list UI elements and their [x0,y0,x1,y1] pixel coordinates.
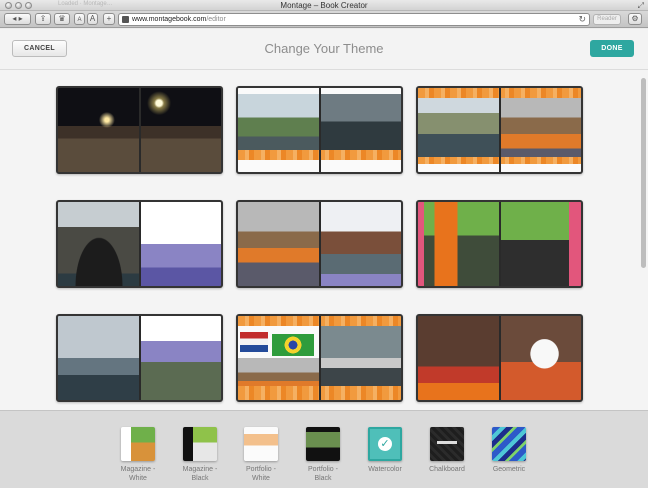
url-text: www.montagebook.com/editor [132,15,226,25]
content-scrollbar[interactable] [641,78,646,268]
gear-icon: ⚙ [631,14,639,23]
spread-gutter [498,316,501,400]
site-favicon-icon [122,16,129,23]
theme-label: Chalkboard [429,466,465,473]
new-tab-button[interactable]: + [103,13,115,25]
orange-costume-photo [418,202,500,286]
bookmarks-icon: ♛ [58,14,66,23]
street-crowd-photo [499,202,581,286]
dutch-flag-photo [240,332,268,352]
magazine-white-swatch[interactable] [121,427,155,461]
spread-gutter [318,316,321,400]
pink-edge [418,202,424,286]
theme-chalkboard[interactable]: Chalkboard [421,427,473,474]
spread-gutter [498,88,501,172]
spread-gutter [138,316,141,400]
spread-preview [416,200,583,288]
share-button[interactable]: ⇪ [35,13,51,25]
theme-label: Magazine - Black [182,466,218,482]
theme-magazine-black[interactable]: Magazine - Black [174,427,226,483]
portfolio-white-swatch[interactable] [244,427,278,461]
spread-preview [236,200,403,288]
spread-preview [56,200,223,288]
url-path: /editor [206,16,226,23]
theme-label: Portfolio - Black [308,466,338,482]
reload-icon[interactable]: ↻ [578,14,586,25]
fullscreen-icon[interactable]: ⤢ [638,1,644,10]
spread-preview [236,86,403,174]
houses-watercolor-page [139,316,221,400]
building-crowd-photo [418,316,500,400]
boat-party-photo [238,202,320,286]
spread-gutter [498,202,501,286]
settings-button[interactable]: ⚙ [628,13,642,25]
theme-preview-area [0,70,648,410]
theme-portfolio-black[interactable]: Portfolio - Black [297,427,349,483]
chalkboard-swatch[interactable] [430,427,464,461]
spread-preview [416,86,583,174]
magazine-black-swatch[interactable] [183,427,217,461]
theme-label: Watercolor [368,466,402,473]
url-host: www.montagebook.com [132,16,207,23]
watercolor-swatch[interactable]: ✓ [368,427,402,461]
browser-toolbar: ◂ ▸ ⇪ ♛ A A + www.montagebook.com/editor… [0,11,648,28]
spread-gutter [318,202,321,286]
text-larger-icon: A [89,14,96,23]
spread-preview [56,86,223,174]
window-title: Montage – Book Creator [280,1,368,10]
text-smaller-icon: A [77,17,82,23]
page-title: Change Your Theme [264,41,384,56]
spread-gutter [138,88,141,172]
brazil-flag-photo [272,334,314,356]
bookmarks-button[interactable]: ♛ [54,13,70,25]
theme-label: Geometric [492,466,526,473]
share-icon: ⇪ [39,14,47,23]
theme-selector: Magazine - White Magazine - Black Portfoli… [0,410,648,488]
bridge-photo [58,202,140,286]
theme-label: Portfolio - White [246,466,276,482]
back-forward-buttons[interactable]: ◂ ▸ [4,13,31,25]
geometric-swatch[interactable] [492,427,526,461]
address-bar[interactable]: www.montagebook.com/editor ↻ [118,13,590,26]
done-button[interactable]: DONE [590,40,634,57]
theme-watercolor[interactable]: ✓ Watercolor [359,427,411,474]
reader-button[interactable]: Reader [593,14,621,25]
spread-preview [56,314,223,402]
portfolio-black-swatch[interactable] [306,427,340,461]
plus-icon: + [106,14,112,23]
theme-portfolio-white[interactable]: Portfolio - White [235,427,287,483]
window-titlebar: Loaded · Montage… Montage – Book Creator… [0,0,648,11]
purple-watercolor-page [139,202,221,286]
purple-wash [319,274,401,286]
editor-header: CANCEL Change Your Theme DONE [0,29,648,70]
back-icon[interactable]: ◂ [12,14,16,23]
forward-icon[interactable]: ▸ [19,14,23,23]
spread-gutter [138,202,141,286]
theme-magazine-white[interactable]: Magazine - White [112,427,164,483]
theme-label: Magazine - White [120,466,156,482]
spread-preview [416,314,583,402]
harbor-boat-photo [58,316,140,400]
theme-geometric[interactable]: Geometric [483,427,535,474]
spread-preview [236,314,403,402]
bunny-costume-photo [499,316,581,400]
text-larger-button[interactable]: A [87,13,98,25]
text-smaller-button[interactable]: A [74,13,85,25]
checkmark-icon: ✓ [380,438,390,450]
spread-gutter [318,88,321,172]
